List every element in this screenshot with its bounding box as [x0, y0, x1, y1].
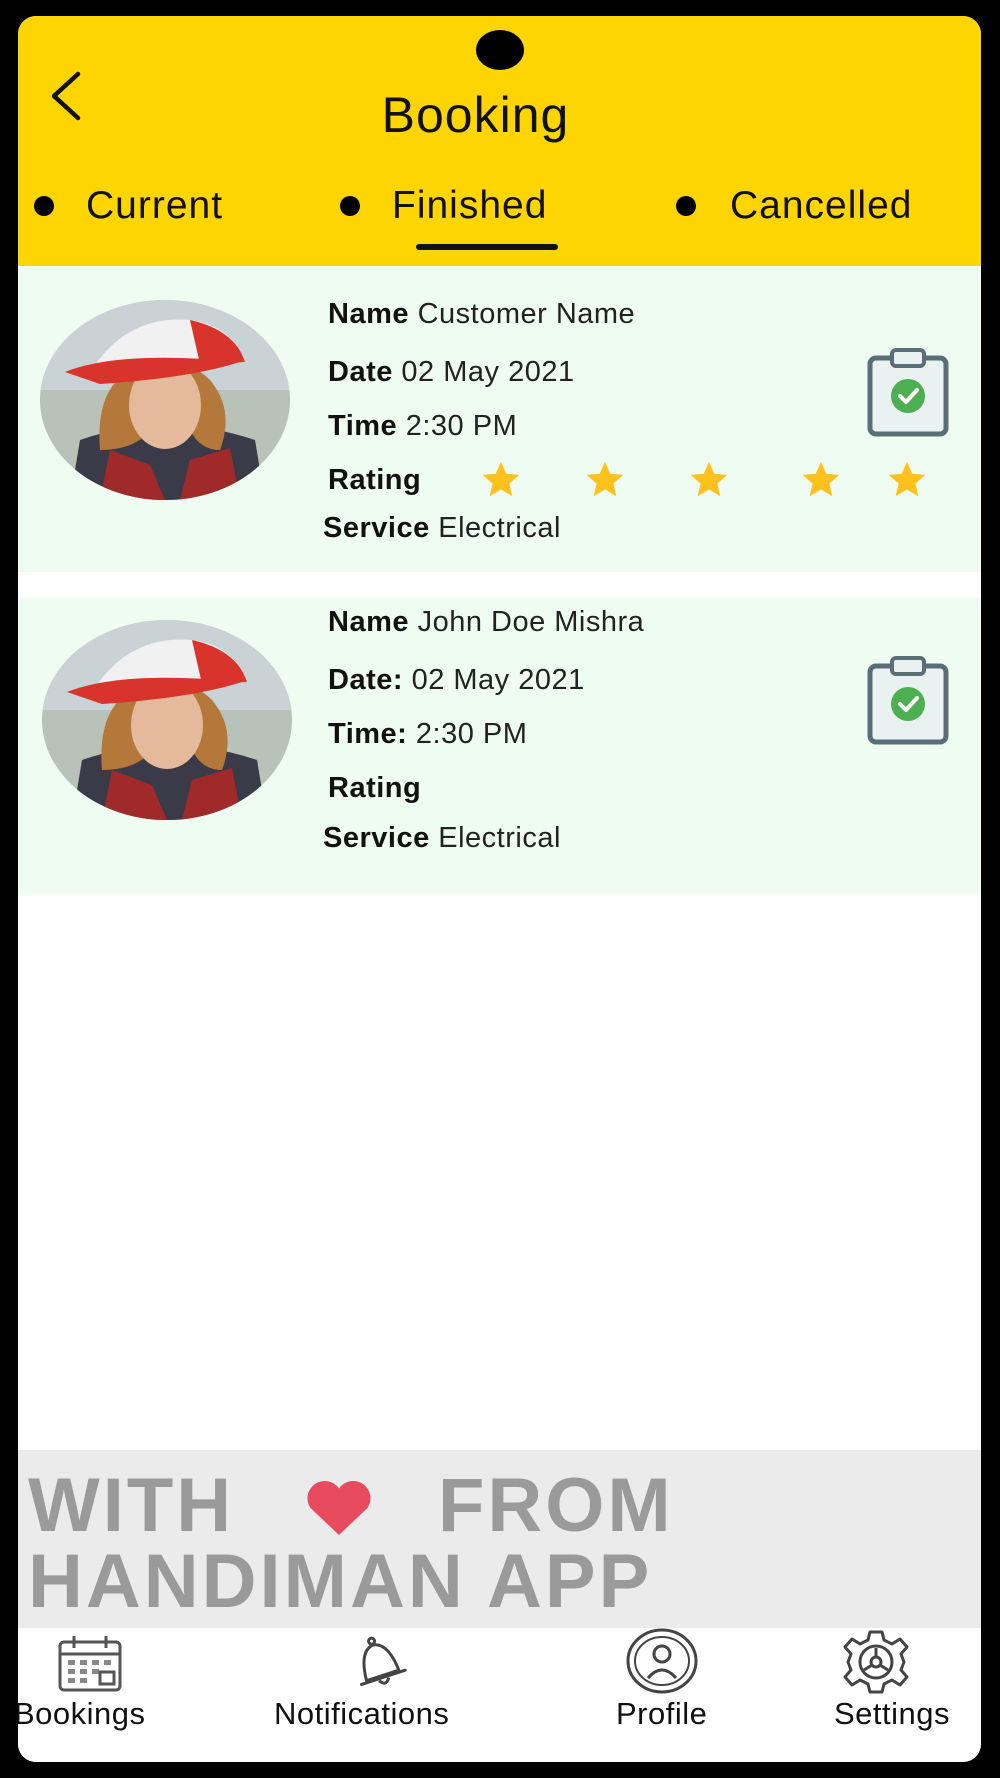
nav-profile[interactable]: Profile: [598, 1628, 738, 1762]
phone-screen: Booking Current Finished Cancelled Name …: [18, 16, 981, 1762]
tab-finished[interactable]: Finished: [340, 176, 547, 236]
star-icon: [482, 461, 520, 497]
booking-card[interactable]: Name John Doe Mishra Date: 02 May 2021 T…: [18, 598, 981, 894]
clipboard-check-icon[interactable]: [866, 346, 950, 438]
tab-label: Cancelled: [730, 184, 913, 227]
booking-name: Name John Doe Mishra: [328, 606, 645, 638]
nav-notifications[interactable]: Notifications: [256, 1628, 496, 1762]
booking-date: Date: 02 May 2021: [328, 664, 585, 696]
nav-label: Profile: [616, 1696, 708, 1731]
nav-label: Notifications: [274, 1696, 450, 1731]
booking-service: Service Electrical: [323, 822, 561, 854]
tab-dot: [676, 196, 696, 216]
star-icon: [888, 461, 926, 497]
header: Booking Current Finished Cancelled: [18, 16, 981, 266]
tab-dot: [34, 196, 54, 216]
user-circle-icon: [626, 1628, 698, 1694]
avatar: [40, 300, 290, 500]
banner-with: WITH: [28, 1463, 235, 1548]
booking-time: Time: 2:30 PM: [328, 718, 528, 750]
page-title: Booking: [381, 87, 570, 143]
booking-rating: Rating: [328, 772, 422, 804]
camera-notch: [476, 30, 524, 70]
tab-cancelled[interactable]: Cancelled: [676, 176, 912, 236]
tab-label: Finished: [392, 184, 548, 227]
tab-label: Current: [86, 184, 224, 227]
booking-tabs: Current Finished Cancelled: [18, 176, 981, 256]
booking-service: Service Electrical: [323, 512, 561, 544]
bell-icon: [359, 1636, 407, 1686]
booking-card[interactable]: Name Customer Name Date 02 May 2021 Time…: [18, 268, 981, 572]
nav-bookings[interactable]: Bookings: [18, 1628, 178, 1762]
nav-label: Settings: [834, 1696, 951, 1731]
nav-label: Bookings: [18, 1696, 146, 1731]
nav-settings[interactable]: Settings: [808, 1628, 958, 1762]
booking-time: Time 2:30 PM: [328, 410, 518, 442]
booking-rating: Rating: [328, 464, 422, 496]
avatar: [42, 620, 292, 820]
tab-dot: [340, 196, 360, 216]
gear-icon: [843, 1630, 909, 1694]
calendar-icon: [58, 1636, 122, 1692]
promo-banner: WITH FROM HANDIMAN APP: [18, 1450, 981, 1628]
banner-app-name: HANDIMAN APP: [28, 1539, 653, 1624]
booking-date: Date 02 May 2021: [328, 356, 575, 388]
active-tab-indicator: [416, 244, 558, 250]
bottom-nav: Bookings Notifications Profile Settings: [18, 1628, 981, 1762]
booking-name: Name Customer Name: [328, 298, 636, 330]
star-icon: [690, 461, 728, 497]
clipboard-check-icon[interactable]: [866, 654, 950, 746]
heart-icon: [307, 1480, 371, 1535]
star-icon: [586, 461, 624, 497]
banner-from: FROM: [438, 1463, 674, 1548]
star-icon: [802, 461, 840, 497]
tab-current[interactable]: Current: [34, 176, 223, 236]
